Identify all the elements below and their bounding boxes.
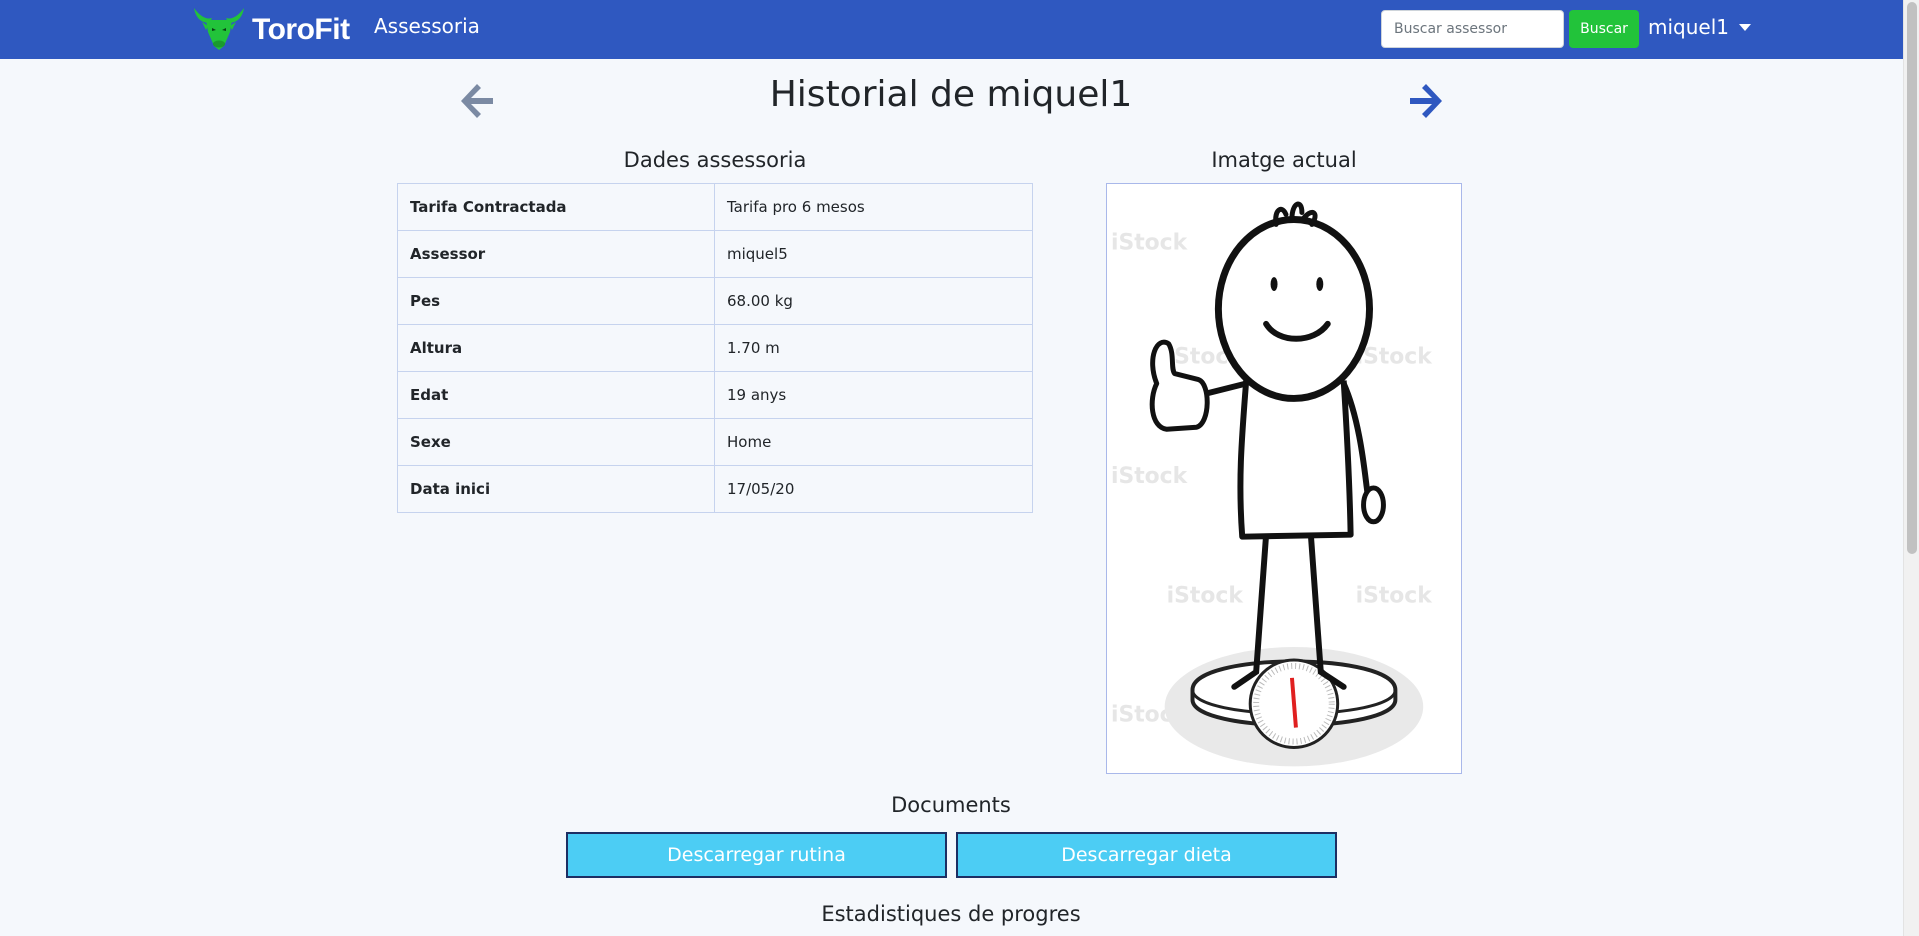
table-row: Edat 19 anys (397, 371, 1033, 419)
table-row: Pes 68.00 kg (397, 277, 1033, 325)
row-label: Sexe (397, 418, 715, 466)
dades-title: Dades assessoria (623, 148, 807, 172)
watermark: iStock (1111, 230, 1188, 255)
current-image: iStock iStock iStock iStock iStock iStoc… (1106, 183, 1462, 774)
page-title: Historial de miquel1 (769, 74, 1133, 115)
row-label: Pes (397, 277, 715, 325)
table-row: Altura 1.70 m (397, 324, 1033, 372)
nav-link-assessoria[interactable]: Assessoria (374, 14, 480, 38)
documents-title: Documents (891, 793, 1011, 817)
row-value: 1.70 m (714, 324, 1033, 372)
table-row: Data inici 17/05/20 (397, 465, 1033, 513)
row-value: 68.00 kg (714, 277, 1033, 325)
row-label: Tarifa Contractada (397, 183, 715, 231)
row-label: Assessor (397, 230, 715, 278)
search-input[interactable] (1381, 10, 1564, 48)
imatge-title: Imatge actual (1211, 148, 1357, 172)
arrow-right-icon[interactable] (1406, 80, 1446, 122)
brand-name: ToroFit (252, 13, 350, 46)
row-label: Data inici (397, 465, 715, 513)
bull-logo-icon (190, 2, 248, 58)
arrow-left-icon[interactable] (457, 80, 497, 122)
row-value: Home (714, 418, 1033, 466)
search-button[interactable]: Buscar (1569, 10, 1639, 48)
table-row: Sexe Home (397, 418, 1033, 466)
watermark: iStock (1167, 583, 1244, 608)
row-value: 17/05/20 (714, 465, 1033, 513)
stick-figure-on-scale-image: iStock iStock iStock iStock iStock iStoc… (1111, 201, 1433, 767)
table-row: Tarifa Contractada Tarifa pro 6 mesos (397, 183, 1033, 231)
scrollbar-thumb[interactable] (1907, 2, 1917, 554)
download-diet-button[interactable]: Descarregar dieta (956, 832, 1337, 878)
row-label: Altura (397, 324, 715, 372)
row-value: miquel5 (714, 230, 1033, 278)
user-name: miquel1 (1648, 15, 1729, 39)
navbar: ToroFit Assessoria Buscar miquel1 (0, 0, 1903, 59)
watermark: iStock (1356, 583, 1433, 608)
download-routine-button[interactable]: Descarregar rutina (566, 832, 947, 878)
page-scrollbar[interactable] (1903, 0, 1919, 936)
brand-link[interactable]: ToroFit (190, 4, 350, 56)
dades-table: Tarifa Contractada Tarifa pro 6 mesos As… (397, 183, 1033, 513)
watermark: iStock (1356, 345, 1433, 370)
table-row: Assessor miquel5 (397, 230, 1033, 278)
caret-down-icon (1739, 23, 1751, 31)
row-value: 19 anys (714, 371, 1033, 419)
row-label: Edat (397, 371, 715, 419)
watermark: iStock (1111, 464, 1188, 489)
row-value: Tarifa pro 6 mesos (714, 183, 1033, 231)
stats-title: Estadistiques de progres (821, 902, 1081, 926)
user-dropdown[interactable]: miquel1 (1648, 15, 1751, 39)
